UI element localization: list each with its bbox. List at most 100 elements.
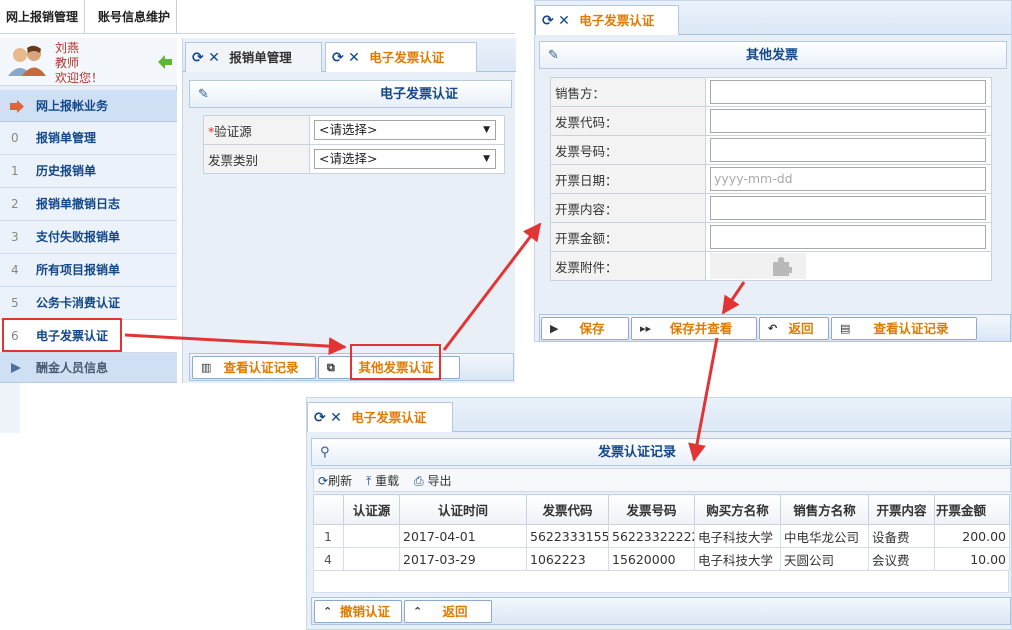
close-icon[interactable]: ✕ xyxy=(208,50,220,66)
records-button-bar: ⌃ 撤销认证 ⌃ 返回 xyxy=(311,597,1011,625)
column-header xyxy=(313,494,344,525)
close-icon[interactable]: ✕ xyxy=(348,50,360,66)
refresh-icon[interactable]: ⟳ xyxy=(192,50,204,66)
users-avatar-icon xyxy=(8,45,46,76)
table-header-row: 认证源 认证时间 发票代码 发票号码 购买方名称 销售方名称 开票内容 开票金额 xyxy=(313,494,1010,525)
field-label-invoice-number: 发票号码： xyxy=(555,143,618,159)
revoke-certification-button[interactable]: ⌃ 撤销认证 xyxy=(314,600,402,623)
invoice-type-select[interactable]: <请选择> ▼ xyxy=(314,149,496,169)
panel-header-records: ⚲ 发票认证记录 xyxy=(311,438,1011,466)
sidebar-item-all-projects[interactable]: 4 所有项目报销单 xyxy=(0,254,177,287)
table-empty-area xyxy=(313,571,1009,593)
user-greeting: 欢迎您！ xyxy=(55,71,104,85)
tab-reimbursement-management[interactable]: ⟳ ✕ 报销单管理 xyxy=(185,42,322,72)
top-navigation: 网上报销管理 账号信息维护 xyxy=(0,0,515,34)
back-button[interactable]: ↶ 返回 xyxy=(759,317,829,340)
field-label-content: 开票内容： xyxy=(555,201,618,217)
field-label-source: 验证源 xyxy=(214,123,252,139)
top-tab-account[interactable]: 账号信息维护 xyxy=(92,0,178,34)
field-label-invoice-type: 发票类别 xyxy=(208,152,259,168)
sidebar-item-payment-failed[interactable]: 3 支付失败报销单 xyxy=(0,221,177,254)
sidebar-item-card-consumption[interactable]: 5 公务卡消费认证 xyxy=(0,287,177,320)
main-content-area: ⟳ ✕ 报销单管理 ⟳ ✕ 电子发票认证 ✎ 电子发票认证 *验证源 <请选择>… xyxy=(182,38,516,383)
back-button[interactable]: ⌃ 返回 xyxy=(404,600,492,623)
table-row[interactable]: 1 2017-04-01 56223331554 56223322222 电子科… xyxy=(313,524,1010,548)
amount-input[interactable] xyxy=(710,225,986,249)
records-icon: ▥ xyxy=(201,361,212,374)
tab-e-invoice[interactable]: ⟳ ✕ 电子发票认证 xyxy=(535,5,679,35)
content-input[interactable] xyxy=(710,196,986,220)
panel-title: 电子发票认证 xyxy=(380,87,459,102)
records-table: 认证源 认证时间 发票代码 发票号码 购买方名称 销售方名称 开票内容 开票金额… xyxy=(313,494,1010,571)
column-header[interactable]: 发票号码 xyxy=(608,494,695,525)
pencil-icon: ✎ xyxy=(198,87,209,102)
other-invoice-form: 销售方： 发票代码： 发票号码： 开票日期： yyyy-mm-dd 开票内容： … xyxy=(550,77,992,281)
field-label-attachment: 发票附件： xyxy=(555,259,618,275)
refresh-icon[interactable]: ⟳ xyxy=(332,50,344,66)
refresh-icon[interactable]: ⟳ xyxy=(542,13,554,29)
seller-input[interactable] xyxy=(710,80,986,104)
sidebar-item-history[interactable]: 1 历史报销单 xyxy=(0,155,177,188)
column-header[interactable]: 开票内容 xyxy=(868,494,935,525)
sidebar-item-revoke-log[interactable]: 2 报销单撤销日志 xyxy=(0,188,177,221)
close-icon[interactable]: ✕ xyxy=(558,13,570,29)
source-select[interactable]: <请选择> ▼ xyxy=(314,120,496,140)
invoice-records-window: ⟳ ✕ 电子发票认证 ⚲ 发票认证记录 ⟳刷新 ⤒ 重载 ⎙ 导出 认证源 认证… xyxy=(306,397,1012,630)
tab-e-invoice[interactable]: ⟳ ✕ 电子发票认证 xyxy=(325,42,477,72)
refresh-tool[interactable]: ⟳刷新 xyxy=(318,469,352,493)
verification-form: *验证源 <请选择> ▼ 发票类别 <请选择> ▼ xyxy=(203,115,505,174)
other-button-bar: ▶ 保存 ▸▸ 保存并查看 ↶ 返回 ▤ 查看认证记录 xyxy=(539,314,1011,342)
tab-e-invoice[interactable]: ⟳ ✕ 电子发票认证 xyxy=(307,402,453,432)
highlight-box-e-invoice xyxy=(2,318,122,352)
field-label-amount: 开票金额： xyxy=(555,230,618,246)
refresh-icon: ⟳ xyxy=(318,474,329,488)
view-records-button[interactable]: ▥ 查看认证记录 xyxy=(192,356,316,379)
printer-icon: ⎙ xyxy=(414,474,424,488)
issue-date-input[interactable]: yyyy-mm-dd xyxy=(710,167,986,191)
puzzle-icon xyxy=(773,257,792,276)
dropdown-arrow-icon: ▼ xyxy=(483,154,490,164)
export-tool[interactable]: ⎙ 导出 xyxy=(414,469,451,493)
field-label-issue-date: 开票日期： xyxy=(555,172,618,188)
sidebar-group-reimbursement[interactable]: 网上报帐业务 xyxy=(0,90,177,122)
records-toolbar: ⟳刷新 ⤒ 重载 ⎙ 导出 xyxy=(313,468,1011,492)
view-records-button[interactable]: ▤ 查看认证记录 xyxy=(831,317,977,340)
refresh-icon[interactable]: ⟳ xyxy=(314,410,326,426)
table-row[interactable]: 4 2017-03-29 1062223 15620000 电子科技大学 天圆公… xyxy=(313,547,1010,571)
column-header[interactable]: 认证时间 xyxy=(399,494,527,525)
upload-icon: ⤒ xyxy=(366,474,372,488)
panel-title: 其他发票 xyxy=(746,48,799,63)
chevron-right-icon xyxy=(11,363,21,373)
play-icon: ▶ xyxy=(550,322,559,335)
panel-header-other-invoice: ✎ 其他发票 xyxy=(539,41,1007,69)
highlight-box-other-invoice xyxy=(350,344,441,380)
search-icon: ⚲ xyxy=(320,445,330,460)
close-icon[interactable]: ✕ xyxy=(330,410,342,426)
invoice-code-input[interactable] xyxy=(710,109,986,133)
column-header[interactable]: 认证源 xyxy=(343,494,400,525)
pencil-icon: ✎ xyxy=(548,48,559,63)
save-and-view-button[interactable]: ▸▸ 保存并查看 xyxy=(631,317,757,340)
sidebar-item-reimbursement-management[interactable]: 0 报销单管理 xyxy=(0,122,177,155)
column-header[interactable]: 开票金额 xyxy=(934,494,1010,525)
records-tabbar: ⟳ ✕ 电子发票认证 xyxy=(307,398,1011,432)
field-label-seller: 销售方： xyxy=(555,85,606,101)
column-header[interactable]: 购买方名称 xyxy=(694,494,781,525)
panel-title: 发票认证记录 xyxy=(598,445,677,460)
undo-icon: ↶ xyxy=(768,322,778,335)
column-header[interactable]: 发票代码 xyxy=(526,494,609,525)
sidebar-group-payees[interactable]: 酬金人员信息 xyxy=(0,353,177,383)
field-label-invoice-code: 发票代码： xyxy=(555,114,618,130)
sidebar-tail xyxy=(0,383,20,433)
caret-up-icon: ⌃ xyxy=(323,605,333,618)
save-button[interactable]: ▶ 保存 xyxy=(541,317,629,340)
attachment-upload[interactable] xyxy=(710,253,806,279)
reload-tool[interactable]: ⤒ 重载 xyxy=(366,469,399,493)
invoice-number-input[interactable] xyxy=(710,138,986,162)
column-header[interactable]: 销售方名称 xyxy=(780,494,869,525)
top-tab-reimbursement[interactable]: 网上报销管理 xyxy=(0,0,86,34)
panel-header-e-invoice: ✎ 电子发票认证 xyxy=(189,80,512,108)
arrow-right-icon xyxy=(10,100,24,113)
collapse-arrow-icon[interactable] xyxy=(157,54,173,70)
caret-up-icon: ⌃ xyxy=(413,605,423,618)
